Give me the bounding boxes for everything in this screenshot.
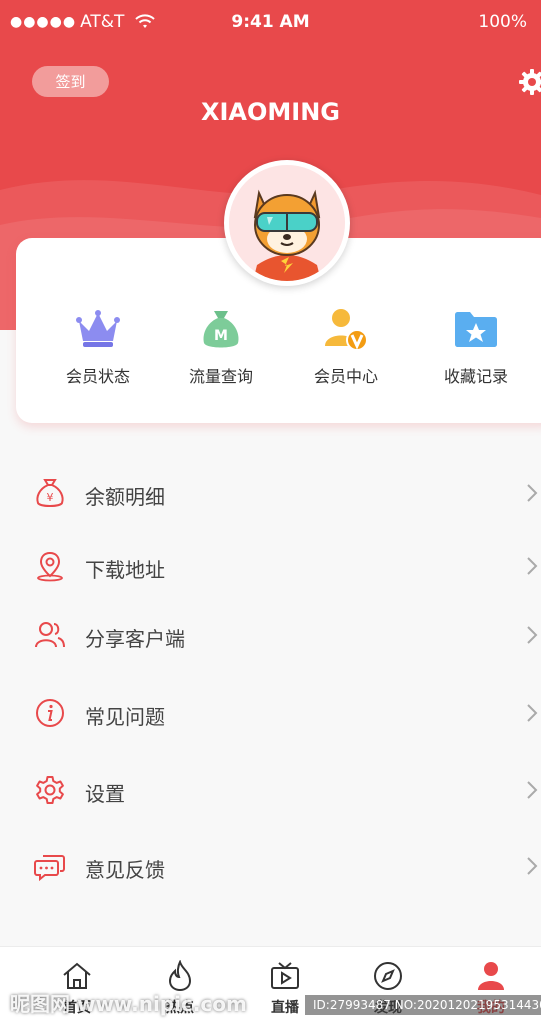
menu-item-download[interactable]: 下载地址 [0,536,541,596]
quick-action-label: 流量查询 [188,367,253,386]
clock: 9:41 AM [231,12,310,32]
location-pin-icon [37,551,63,582]
money-bag-icon: M [203,311,239,348]
menu-item-feedback[interactable]: 意见反馈 [0,836,541,896]
menu-item-label: 意见反馈 [85,858,165,882]
chevron-right-icon [527,704,538,722]
crown-icon [76,310,120,347]
chevron-right-icon [527,626,538,644]
settings-gear-icon[interactable] [518,68,541,96]
quick-action-traffic-query[interactable]: M 流量查询 [161,305,281,387]
svg-text:M: M [214,328,228,344]
home-icon [63,962,91,989]
chevron-right-icon [527,781,538,799]
username: XIAOMING [200,98,340,126]
star-folder-icon [455,312,497,347]
tv-icon [271,962,299,989]
yuan-bag-icon: ¥ [36,479,64,507]
users-icon [35,622,65,648]
menu-item-label: 常见问题 [85,705,165,729]
gear-icon [36,776,64,804]
person-icon [478,962,504,990]
status-bar: ●●●●● AT&T 9:41 AM 100% [0,0,541,44]
quick-action-label: 会员中心 [313,367,378,386]
chevron-right-icon [527,484,538,502]
menu-item-label: 分享客户端 [85,627,185,651]
info-icon [36,699,64,727]
watermark-left: 昵图网 www.nipic.com [10,992,247,1016]
menu-item-balance[interactable]: ¥ 余额明细 [0,463,541,523]
menu-item-share[interactable]: 分享客户端 [0,605,541,665]
menu-item-label: 余额明细 [85,485,165,509]
menu-item-faq[interactable]: 常见问题 [0,683,541,743]
quick-action-label: 会员状态 [65,367,130,386]
checkin-button[interactable]: 签到 [32,66,109,97]
compass-icon [374,962,402,990]
quick-action-label: 收藏记录 [443,367,508,386]
quick-action-favorites[interactable]: 收藏记录 [416,305,536,387]
svg-text:¥: ¥ [47,491,54,504]
vip-user-icon [325,309,368,351]
quick-action-member-status[interactable]: 会员状态 [38,305,158,387]
quick-action-member-center[interactable]: 会员中心 [286,305,406,387]
battery-label: 100% [478,12,527,32]
menu-item-settings[interactable]: 设置 [0,760,541,820]
chat-icon [34,855,65,882]
watermark-right: ID:27993487 NO:20201202195314430088 [305,995,541,1015]
menu-item-label: 设置 [85,782,125,806]
avatar[interactable] [224,160,350,286]
menu-item-label: 下载地址 [85,558,165,582]
chevron-right-icon [527,857,538,875]
chevron-right-icon [527,557,538,575]
shiba-avatar-icon [229,165,345,281]
